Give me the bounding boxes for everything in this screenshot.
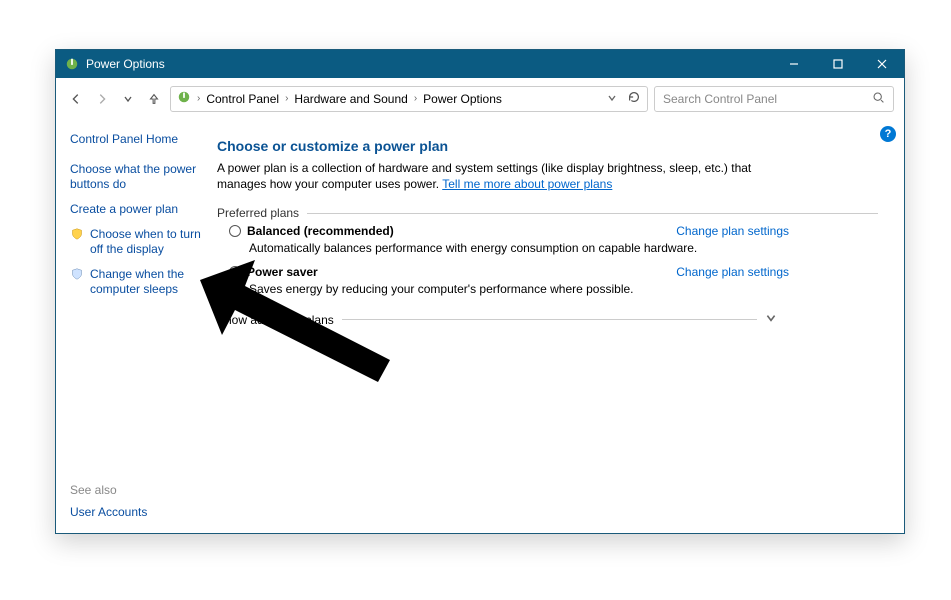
search-input[interactable]: Search Control Panel (654, 86, 894, 112)
toolbar: › Control Panel › Hardware and Sound › P… (56, 78, 904, 120)
learn-more-link[interactable]: Tell me more about power plans (442, 177, 612, 191)
sidebar: Control Panel Home Choose what the power… (56, 120, 211, 533)
breadcrumb-seg-1[interactable]: Control Panel (206, 92, 279, 106)
plan-desc: Saves energy by reducing your computer's… (249, 282, 878, 296)
radio-balanced[interactable] (229, 225, 241, 237)
see-also-label: See also (70, 483, 147, 497)
sidebar-link-power-buttons[interactable]: Choose what the power buttons do (70, 162, 201, 192)
group-label: Preferred plans (217, 206, 305, 220)
plan-balanced: Balanced (recommended) Change plan setti… (229, 224, 878, 255)
chevron-right-icon: › (195, 93, 202, 104)
main-panel: ? Choose or customize a power plan A pow… (211, 120, 904, 533)
shield-icon (70, 227, 84, 241)
plan-name[interactable]: Balanced (recommended) (247, 224, 394, 238)
window-frame: Power Options › Control P (55, 49, 905, 534)
recent-dropdown[interactable] (118, 89, 138, 109)
radio-power-saver[interactable] (229, 266, 241, 278)
app-icon (64, 56, 80, 72)
help-button[interactable]: ? (880, 126, 896, 142)
sidebar-home[interactable]: Control Panel Home (70, 132, 201, 146)
sidebar-link-create-plan[interactable]: Create a power plan (70, 202, 201, 217)
breadcrumb-seg-3[interactable]: Power Options (423, 92, 502, 106)
show-additional-plans[interactable]: Show additional plans (217, 312, 777, 328)
window-title: Power Options (86, 57, 165, 71)
chevron-right-icon: › (412, 93, 419, 104)
close-button[interactable] (860, 50, 904, 78)
breadcrumb-seg-2[interactable]: Hardware and Sound (294, 92, 407, 106)
preferred-plans-group: Preferred plans Balanced (recommended) C… (217, 206, 878, 296)
plan-desc: Automatically balances performance with … (249, 241, 878, 255)
forward-button[interactable] (92, 89, 112, 109)
address-icon (177, 90, 191, 107)
sidebar-link-sleep[interactable]: Change when the computer sleeps (90, 267, 201, 297)
up-button[interactable] (144, 89, 164, 109)
chevron-right-icon: › (283, 93, 290, 104)
address-bar[interactable]: › Control Panel › Hardware and Sound › P… (170, 86, 648, 112)
shield-icon (70, 267, 84, 281)
plan-name[interactable]: Power saver (247, 265, 318, 279)
chevron-down-icon[interactable] (607, 92, 617, 106)
page-title: Choose or customize a power plan (217, 138, 878, 154)
change-settings-link[interactable]: Change plan settings (676, 265, 789, 279)
sidebar-link-display-off[interactable]: Choose when to turn off the display (90, 227, 201, 257)
refresh-button[interactable] (627, 90, 641, 107)
titlebar: Power Options (56, 50, 904, 78)
minimize-button[interactable] (772, 50, 816, 78)
back-button[interactable] (66, 89, 86, 109)
change-settings-link[interactable]: Change plan settings (676, 224, 789, 238)
divider (342, 319, 757, 320)
show-more-label: Show additional plans (217, 313, 334, 327)
page-description: A power plan is a collection of hardware… (217, 160, 777, 192)
maximize-button[interactable] (816, 50, 860, 78)
content-area: Control Panel Home Choose what the power… (56, 120, 904, 533)
see-also: See also User Accounts (70, 483, 147, 519)
see-also-user-accounts[interactable]: User Accounts (70, 505, 147, 519)
chevron-down-icon (765, 312, 777, 327)
plan-power-saver: Power saver Change plan settings Saves e… (229, 265, 878, 296)
search-icon (872, 91, 885, 107)
search-placeholder: Search Control Panel (663, 92, 777, 106)
